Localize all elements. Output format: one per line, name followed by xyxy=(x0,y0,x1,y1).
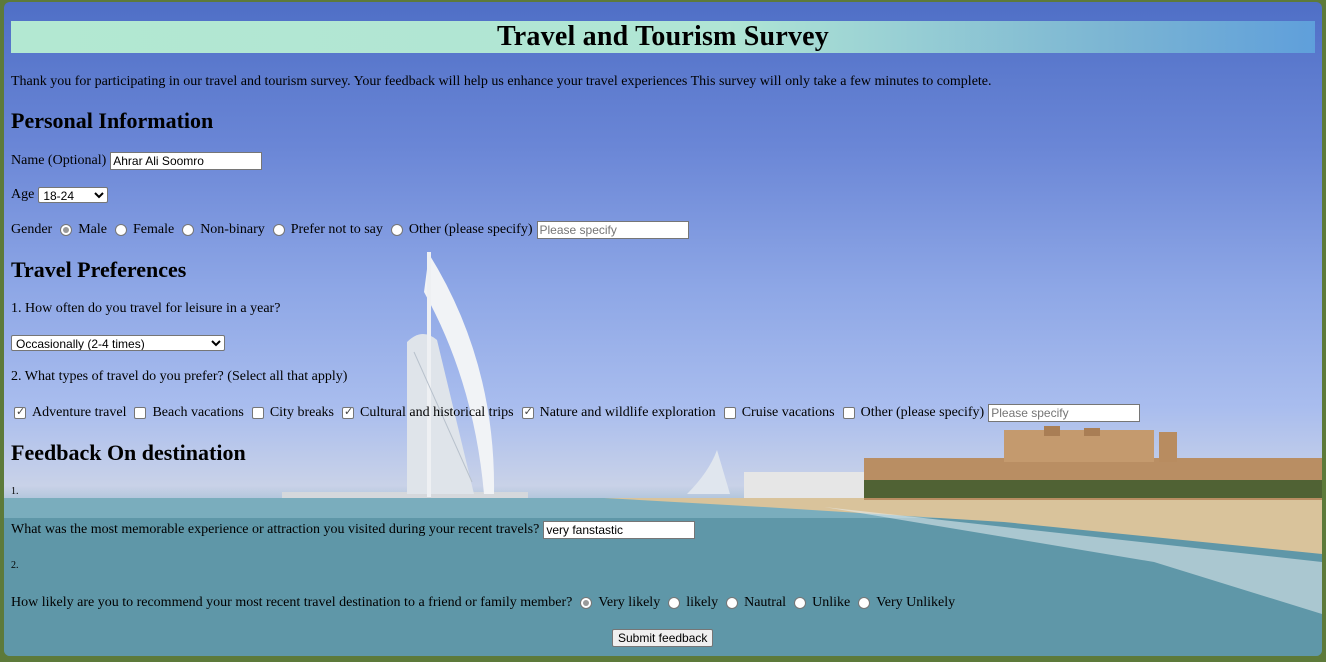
recommend-option-label: Very likely xyxy=(598,595,661,610)
gender-option-label: Male xyxy=(78,222,107,237)
memorable-question: What was the most memorable experience o… xyxy=(11,522,540,537)
age-row: Age 18-24 xyxy=(11,187,109,203)
travel-type-label: Cruise vacations xyxy=(741,405,835,420)
submit-button[interactable]: Submit feedback xyxy=(612,629,714,647)
travel-types-row: Adventure travel Beach vacations City br… xyxy=(6,404,1141,422)
gender-radio-female[interactable] xyxy=(114,224,127,236)
recommend-question: How likely are you to recommend your mos… xyxy=(11,595,573,610)
recommend-option-label: Very Unlikely xyxy=(876,595,956,610)
recommend-option-label: Unlike xyxy=(812,595,851,610)
recommend-row: How likely are you to recommend your mos… xyxy=(11,595,955,611)
recommend-radio-nautral[interactable] xyxy=(726,597,739,609)
frequency-row: Occasionally (2-4 times) xyxy=(11,335,225,351)
title-banner: Travel and Tourism Survey xyxy=(11,21,1315,53)
question-frequency: 1. How often do you travel for leisure i… xyxy=(11,301,281,316)
burj-mast xyxy=(427,252,431,497)
wave-hotel xyxy=(687,450,730,494)
resort-tower xyxy=(1004,430,1154,462)
feedback-heading: Feedback On destination xyxy=(11,440,246,465)
travel-type-label: Adventure travel xyxy=(32,405,127,420)
travel-other-input[interactable] xyxy=(988,404,1141,422)
survey-page: Travel and Tourism Survey Thank you for … xyxy=(4,2,1322,656)
travel-type-label: City breaks xyxy=(269,405,334,420)
gender-option-label: Non-binary xyxy=(200,222,265,237)
gender-label: Gender xyxy=(11,222,53,237)
recommend-option-label: Nautral xyxy=(744,595,787,610)
checkbox-city[interactable] xyxy=(251,407,264,419)
question-number-2: 2. xyxy=(11,560,19,571)
age-label: Age xyxy=(11,187,35,202)
checkbox-other[interactable] xyxy=(842,407,855,419)
recommend-radio-likely[interactable] xyxy=(668,597,681,609)
intro-text: Thank you for participating in our trave… xyxy=(11,74,992,89)
gender-other-input[interactable] xyxy=(536,221,689,239)
travel-type-label: Other (please specify) xyxy=(860,405,985,420)
gender-radio-nonbinary[interactable] xyxy=(182,224,195,236)
checkbox-nature[interactable] xyxy=(521,405,534,419)
question-travel-types: 2. What types of travel do you prefer? (… xyxy=(11,369,348,384)
recommend-radio-very-unlikely[interactable] xyxy=(858,597,871,609)
name-label: Name (Optional) xyxy=(11,153,107,168)
gender-radio-male[interactable] xyxy=(60,224,73,236)
memorable-input[interactable] xyxy=(543,521,696,539)
name-input[interactable] xyxy=(110,152,263,170)
gender-radio-other[interactable] xyxy=(390,224,403,236)
checkbox-adventure[interactable] xyxy=(14,405,26,419)
gender-option-label: Prefer not to say xyxy=(290,222,383,237)
gender-row: Gender Male Female Non-binary Prefer not… xyxy=(11,221,689,239)
travel-type-label: Beach vacations xyxy=(152,405,244,420)
page-title: Travel and Tourism Survey xyxy=(497,21,829,52)
recommend-radio-very-likely[interactable] xyxy=(580,597,593,609)
recommend-option-label: likely xyxy=(686,595,719,610)
frequency-select[interactable]: Occasionally (2-4 times) xyxy=(11,335,225,351)
checkbox-cultural[interactable] xyxy=(341,405,354,419)
gender-option-label: Female xyxy=(132,222,175,237)
memorable-row: What was the most memorable experience o… xyxy=(11,521,696,539)
recommend-radio-unlike[interactable] xyxy=(794,597,807,609)
travel-type-label: Nature and wildlife exploration xyxy=(539,405,716,420)
personal-heading: Personal Information xyxy=(11,108,214,133)
background-photo xyxy=(4,252,1322,656)
preferences-heading: Travel Preferences xyxy=(11,257,187,282)
age-select[interactable]: 18-24 xyxy=(38,187,109,203)
travel-type-label: Cultural and historical trips xyxy=(359,405,514,420)
checkbox-cruise[interactable] xyxy=(723,407,736,419)
question-number-1: 1. xyxy=(11,486,19,497)
gender-option-label: Other (please specify) xyxy=(408,222,533,237)
checkbox-beach[interactable] xyxy=(134,407,147,419)
name-row: Name (Optional) xyxy=(11,152,263,170)
palm-line xyxy=(864,480,1322,498)
gender-radio-prefer-not[interactable] xyxy=(272,224,285,236)
low-buildings xyxy=(744,472,864,498)
